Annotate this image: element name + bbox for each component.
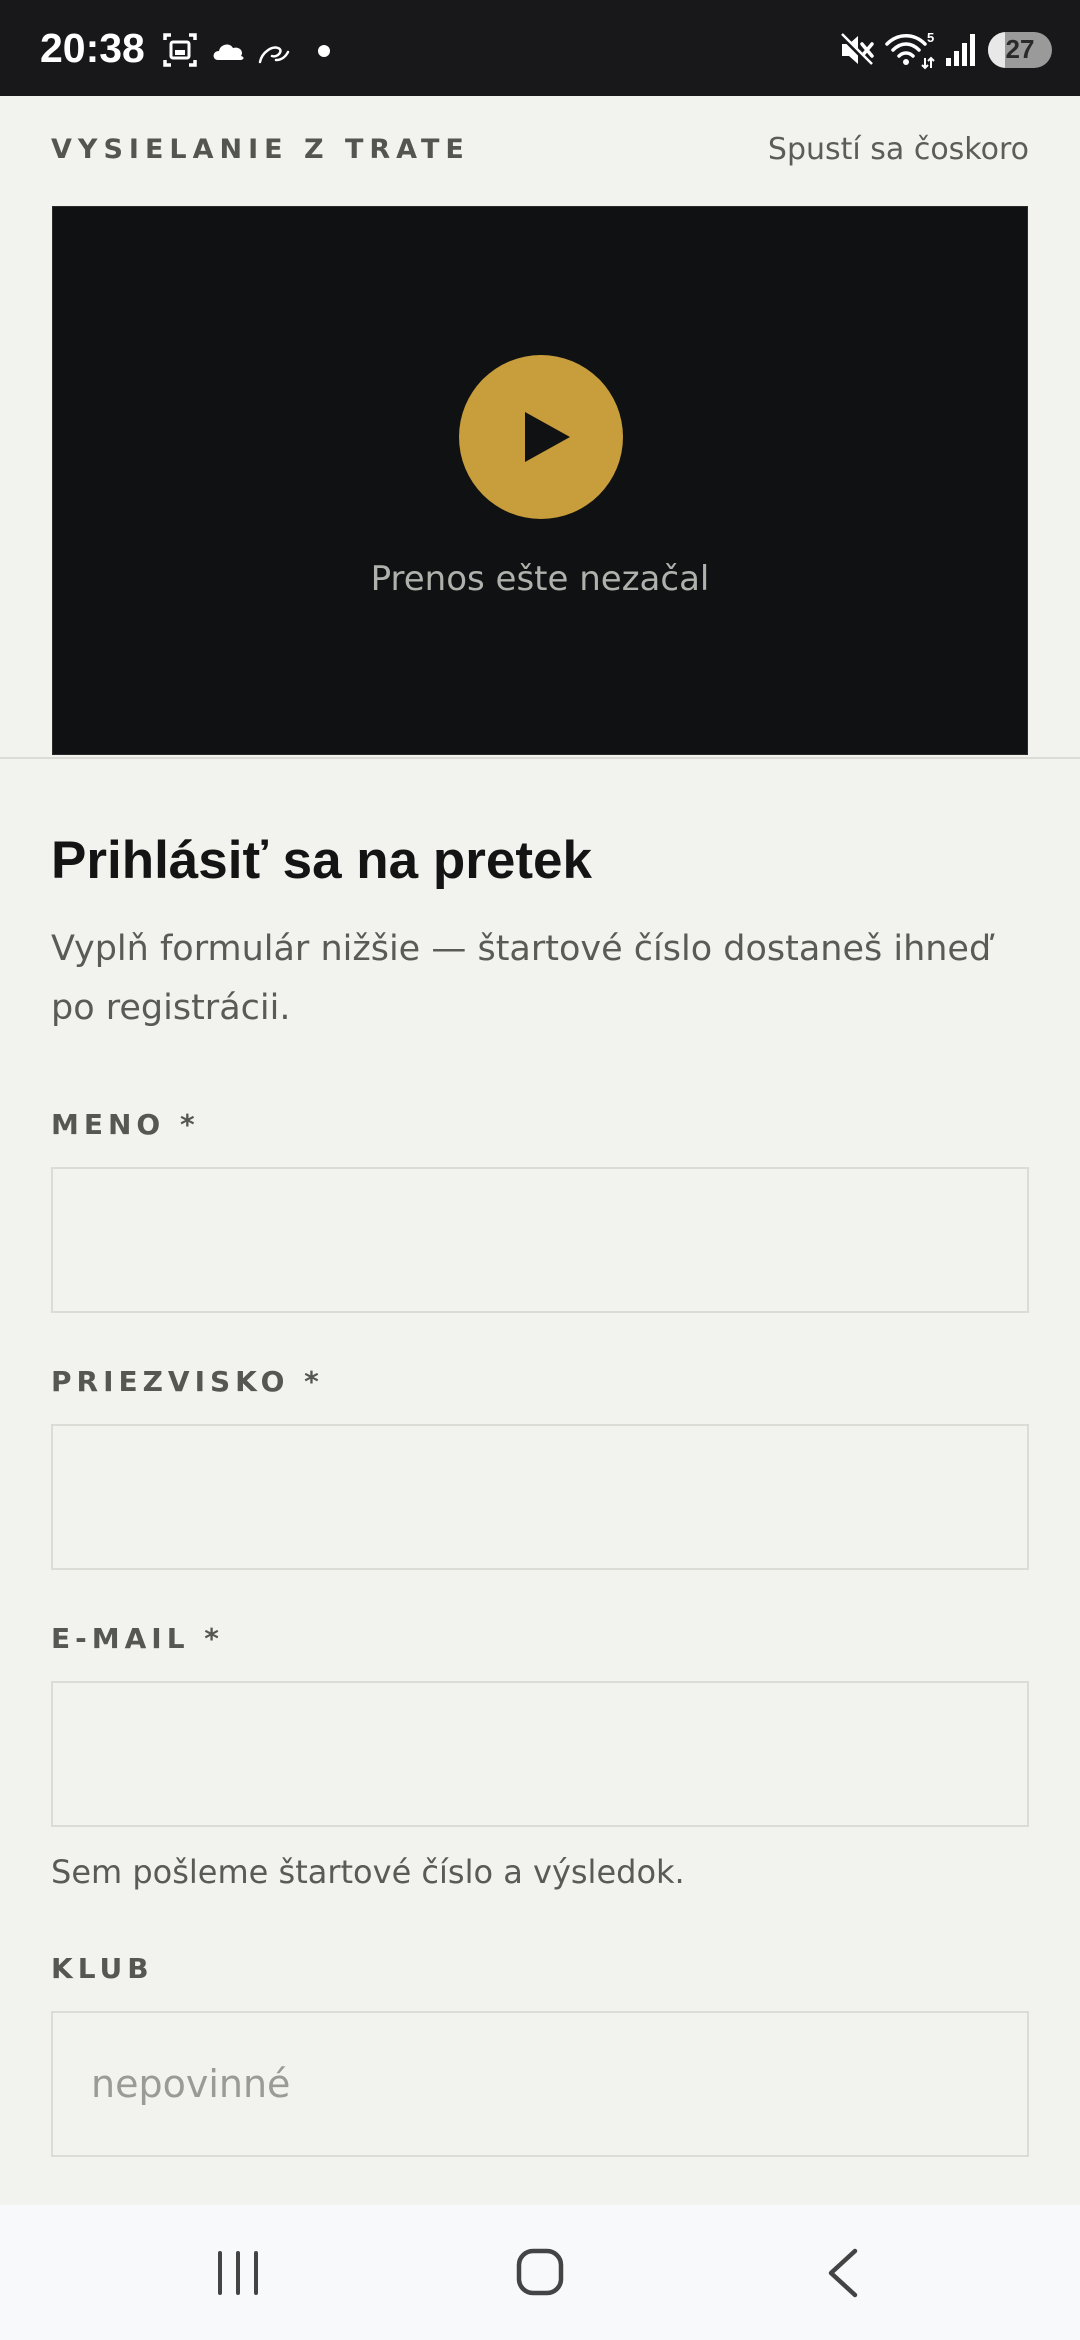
club-input[interactable] (51, 2011, 1029, 2157)
play-icon (525, 412, 570, 462)
mute-icon (838, 32, 874, 68)
dot-icon (318, 45, 330, 57)
home-icon (516, 2248, 564, 2296)
form-description: Vyplň formulár nižšie — štartové číslo d… (51, 929, 992, 1028)
back-icon (828, 2248, 858, 2298)
status-time: 20:38 (40, 25, 145, 71)
recent-apps-button[interactable] (138, 2205, 338, 2340)
back-button[interactable] (742, 2205, 942, 2340)
stream-status: Spustí sa čoskoro (767, 132, 1029, 167)
recent-apps-icon (218, 2251, 258, 2295)
video-player[interactable]: Prenos ešte nezačal (52, 206, 1028, 755)
swipe-icon (258, 46, 290, 64)
email-hint: Sem pošleme štartové číslo a výsledok. (51, 1853, 685, 1891)
wifi-badge: 5 (927, 30, 934, 45)
first-name-label: MENO * (51, 1108, 200, 1141)
play-button[interactable] (459, 355, 623, 519)
email-label: E-MAIL * (51, 1622, 224, 1655)
stream-section-label: VYSIELANIE Z TRATE (51, 134, 470, 165)
email-input[interactable] (51, 1681, 1029, 1827)
last-name-label: PRIEZVISKO * (51, 1365, 324, 1398)
video-status-message: Prenos ešte nezačal (370, 559, 710, 599)
signal-icon (946, 34, 975, 66)
screenshot-icon (163, 33, 197, 67)
section-divider (0, 757, 1080, 759)
form-title: Prihlásiť sa na pretek (51, 831, 592, 890)
home-button[interactable] (440, 2205, 640, 2340)
last-name-input[interactable] (51, 1424, 1029, 1570)
battery-indicator: 27 (988, 32, 1052, 68)
status-bar: 20:38 5 27 (0, 0, 1080, 96)
first-name-input[interactable] (51, 1167, 1029, 1313)
cloud-icon (213, 44, 244, 60)
wifi-icon: 5 (885, 30, 935, 70)
navigation-bar (0, 2205, 1080, 2340)
club-label: KLUB (51, 1952, 154, 1985)
battery-level: 27 (1005, 34, 1035, 64)
